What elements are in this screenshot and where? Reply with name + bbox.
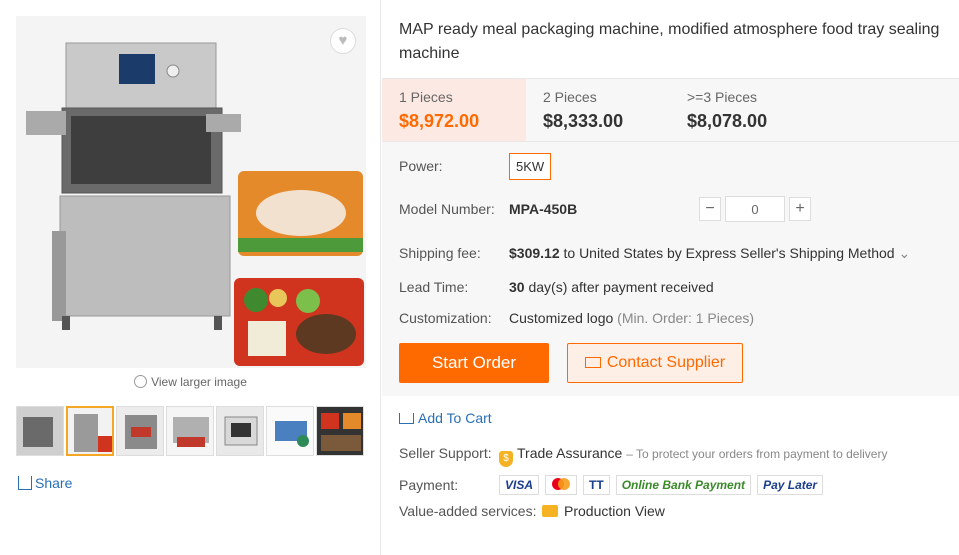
shipping-amount: $309.12 xyxy=(509,245,560,261)
mastercard-icon xyxy=(545,475,578,495)
lead-time-text: day(s) after payment received xyxy=(528,279,714,295)
power-row: Power: xyxy=(399,158,509,174)
envelope-icon xyxy=(584,357,601,368)
decrease-quantity-button[interactable]: − xyxy=(699,197,721,221)
lead-time-days: 30 xyxy=(509,279,525,295)
visa-icon: VISA xyxy=(499,475,540,495)
lead-time-row: Lead Time: 30 day(s) after payment receiv… xyxy=(399,279,714,295)
view-larger-label: View larger image xyxy=(151,375,247,389)
main-product-image[interactable]: ♥ xyxy=(16,16,366,368)
contact-supplier-label: Contact Supplier xyxy=(606,354,726,371)
price-tier-2: 2 Pieces $8,333.00 xyxy=(526,79,670,141)
thumbnail-2[interactable] xyxy=(66,406,114,456)
gallery-panel: ♥ View larger image Share xyxy=(0,0,381,555)
product-info-panel: MAP ready meal packaging machine, modifi… xyxy=(382,0,959,555)
online-bank-payment-icon: Online Bank Payment xyxy=(615,475,752,495)
power-option-5kw[interactable]: 5KW xyxy=(509,153,552,180)
production-view-link[interactable]: Production View xyxy=(564,503,665,519)
lead-time-label: Lead Time: xyxy=(399,279,469,295)
thumbnail-7[interactable] xyxy=(316,406,364,456)
attribute-section: Power: 5KW Model Number: MPA-450B − + Shi… xyxy=(382,142,959,396)
product-title: MAP ready meal packaging machine, modifi… xyxy=(399,21,940,62)
tt-icon: TT xyxy=(583,475,610,495)
model-label: Model Number: xyxy=(399,201,495,217)
thumbnail-6[interactable] xyxy=(266,406,314,456)
shipping-label: Shipping fee: xyxy=(399,245,481,261)
customization-min-order: (Min. Order: 1 Pieces) xyxy=(617,310,755,326)
thumbnail-strip xyxy=(16,406,366,458)
trade-assurance-link[interactable]: Trade Assurance xyxy=(517,445,622,461)
tier-price: $8,078.00 xyxy=(687,111,768,131)
favorite-heart-icon[interactable]: ♥ xyxy=(330,28,356,54)
thumbnail-3[interactable] xyxy=(116,406,164,456)
customization-row: Customization: Customized logo (Min. Orde… xyxy=(399,310,754,326)
shipping-method-dropdown[interactable]: to United States by Express Seller's Shi… xyxy=(564,245,911,261)
thumbnail-5[interactable] xyxy=(216,406,264,456)
production-view-icon xyxy=(542,505,558,517)
pay-later-icon: Pay Later xyxy=(757,475,824,495)
sealing-machine-illustration xyxy=(16,16,366,368)
trade-assurance-note: – To protect your orders from payment to… xyxy=(626,447,888,461)
tier-price: $8,972.00 xyxy=(399,111,480,131)
share-icon xyxy=(18,476,32,490)
increase-quantity-button[interactable]: + xyxy=(789,197,811,221)
thumbnail-image xyxy=(317,407,363,455)
customization-label: Customization: xyxy=(399,310,492,326)
tier-quantity: 2 Pieces xyxy=(543,89,597,105)
value-added-label: Value-added services: xyxy=(399,503,537,519)
value-added-services-row: Value-added services: Production View xyxy=(399,503,665,519)
thumbnail-image xyxy=(117,407,163,455)
price-tiers: 1 Pieces $8,972.00 2 Pieces $8,333.00 >=… xyxy=(382,78,959,142)
contact-supplier-button[interactable]: Contact Supplier xyxy=(567,343,743,383)
share-button[interactable]: Share xyxy=(18,475,72,491)
quantity-input[interactable] xyxy=(725,196,785,222)
customization-value: Customized logo xyxy=(509,310,614,326)
add-to-cart-label: Add To Cart xyxy=(418,410,492,426)
thumbnail-image xyxy=(17,407,63,455)
chevron-down-icon: ⌄ xyxy=(898,245,911,261)
magnifier-icon xyxy=(134,375,148,388)
tier-price: $8,333.00 xyxy=(543,111,624,131)
seller-support-row: Seller Support: $ Trade Assurance – To pro… xyxy=(399,445,887,467)
cart-icon xyxy=(399,413,414,424)
price-tier-3: >=3 Pieces $8,078.00 xyxy=(670,79,814,141)
payment-row: Payment: VISA TT Online Bank Payment Pay… xyxy=(399,475,829,495)
add-to-cart-link[interactable]: Add To Cart xyxy=(399,410,492,426)
thumbnail-1[interactable] xyxy=(16,406,64,456)
model-value: MPA-450B xyxy=(509,201,578,217)
thumbnail-4[interactable] xyxy=(166,406,214,456)
shipping-row: Shipping fee: $309.12 to United States by… xyxy=(399,245,910,262)
shipping-method-text: to United States by Express Seller's Shi… xyxy=(563,245,895,261)
quantity-stepper: − + xyxy=(699,196,811,222)
share-label: Share xyxy=(35,475,73,491)
view-larger-link[interactable]: View larger image xyxy=(0,375,381,389)
model-row: Model Number: MPA-450B xyxy=(399,201,577,217)
trade-assurance-icon: $ xyxy=(499,451,513,467)
payment-label: Payment: xyxy=(399,477,459,493)
thumbnail-image xyxy=(167,407,213,455)
price-tier-1: 1 Pieces $8,972.00 xyxy=(382,79,526,141)
thumbnail-image xyxy=(267,407,313,455)
seller-support-label: Seller Support: xyxy=(399,445,492,461)
tier-quantity: >=3 Pieces xyxy=(687,89,758,105)
thumbnail-image xyxy=(217,407,263,455)
tier-quantity: 1 Pieces xyxy=(399,89,453,105)
start-order-button[interactable]: Start Order xyxy=(399,343,549,383)
power-label: Power: xyxy=(399,158,443,174)
thumbnail-image xyxy=(68,408,112,454)
